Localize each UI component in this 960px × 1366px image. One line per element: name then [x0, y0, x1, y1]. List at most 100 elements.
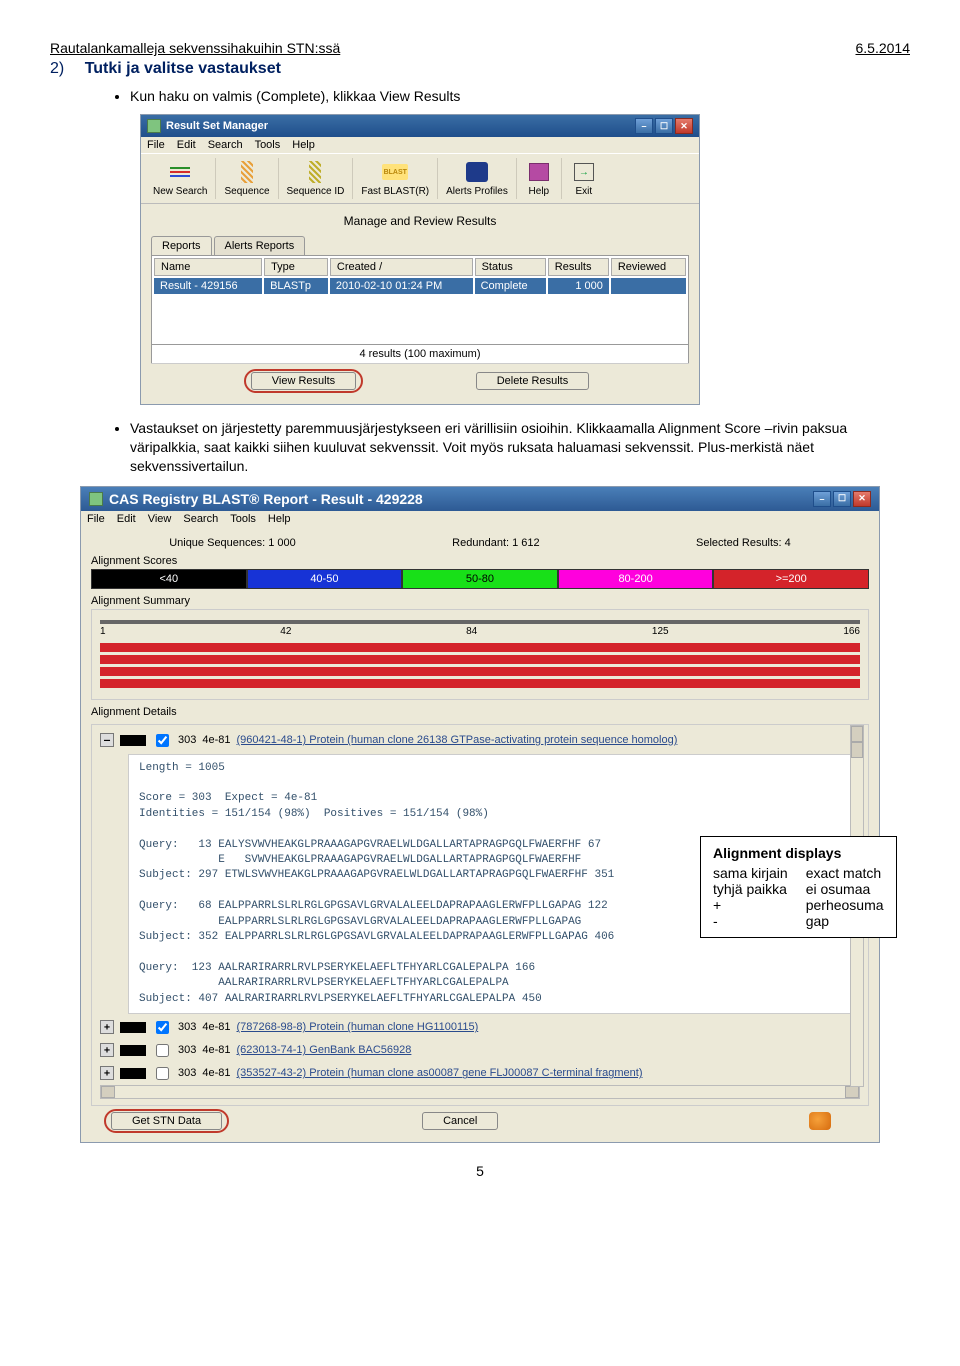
fast-blast-button[interactable]: BLAST Fast BLAST(R) — [353, 158, 438, 199]
blast-title: CAS Registry BLAST® Report - Result - 42… — [109, 491, 423, 507]
section-num: 2) — [50, 60, 64, 77]
summary-axis: 1 42 84 125 166 — [100, 626, 860, 637]
col-status[interactable]: Status — [475, 258, 546, 276]
table-row — [154, 312, 686, 326]
bullet-2-text: Vastaukset on järjestetty paremmuusjärje… — [130, 419, 910, 476]
minimize-icon[interactable]: – — [635, 118, 653, 134]
alignment-scores-label: Alignment Scores — [91, 555, 869, 567]
alignment-bar[interactable] — [100, 667, 860, 676]
blast-menubar: File Edit View Search Tools Help — [81, 511, 879, 527]
help-button[interactable]: Help — [517, 158, 562, 199]
menu-view[interactable]: View — [148, 513, 172, 525]
blast-report-window: CAS Registry BLAST® Report - Result - 42… — [80, 486, 880, 1143]
legend-val: ei osumaa — [806, 881, 884, 897]
expand-icon[interactable]: + — [100, 1043, 114, 1057]
alignment-summary: 1 42 84 125 166 — [91, 609, 869, 700]
menu-help[interactable]: Help — [292, 139, 315, 151]
cell-created: 2010-02-10 01:24 PM — [330, 278, 473, 294]
sequence-id-button[interactable]: Sequence ID — [279, 158, 354, 199]
cell-results: 1 000 — [548, 278, 609, 294]
col-created[interactable]: Created / — [330, 258, 473, 276]
close-icon[interactable]: ✕ — [675, 118, 693, 134]
score-seg-ge200[interactable]: >=200 — [713, 569, 869, 589]
stat-redundant: Redundant: 1 612 — [452, 537, 539, 549]
detail-checkbox[interactable] — [156, 1021, 169, 1034]
detail-link[interactable]: (353527-43-2) Protein (human clone as000… — [237, 1067, 643, 1079]
sequence-button[interactable]: Sequence — [216, 158, 278, 199]
menu-file[interactable]: File — [87, 513, 105, 525]
dna-id-icon — [309, 161, 321, 183]
expand-icon[interactable]: + — [100, 1066, 114, 1080]
score-seg-50-80[interactable]: 50-80 — [402, 569, 558, 589]
close-icon[interactable]: ✕ — [853, 491, 871, 507]
score-seg-lt40[interactable]: <40 — [91, 569, 247, 589]
result-set-manager-window: Result Set Manager – ☐ ✕ File Edit Searc… — [140, 114, 700, 405]
alerts-profiles-button[interactable]: Alerts Profiles — [438, 158, 517, 199]
axis-tick: 1 — [100, 626, 106, 637]
get-stn-data-button[interactable]: Get STN Data — [111, 1112, 222, 1130]
menu-edit[interactable]: Edit — [117, 513, 136, 525]
detail-link[interactable]: (787268-98-8) Protein (human clone HG110… — [237, 1021, 479, 1033]
stats-row: Unique Sequences: 1 000 Redundant: 1 612… — [91, 533, 869, 553]
detail-checkbox[interactable] — [156, 1044, 169, 1057]
score-seg-40-50[interactable]: 40-50 — [247, 569, 403, 589]
maximize-icon[interactable]: ☐ — [833, 491, 851, 507]
page-header: Rautalankamalleja sekvenssihakuihin STN:… — [50, 40, 910, 56]
detail-score: 303 — [178, 734, 196, 746]
menu-help[interactable]: Help — [268, 513, 291, 525]
cancel-button[interactable]: Cancel — [422, 1112, 498, 1130]
score-chip-icon — [120, 1022, 146, 1033]
collapse-icon[interactable]: – — [100, 733, 114, 747]
score-seg-80-200[interactable]: 80-200 — [558, 569, 714, 589]
alignment-bar[interactable] — [100, 643, 860, 652]
menu-tools[interactable]: Tools — [255, 139, 281, 151]
detail-link[interactable]: (623013-74-1) GenBank BAC56928 — [237, 1044, 412, 1056]
menu-search[interactable]: Search — [208, 139, 243, 151]
score-chip-icon — [120, 1068, 146, 1079]
detail-evalue: 4e-81 — [202, 1021, 230, 1033]
new-search-button[interactable]: New Search — [145, 158, 216, 199]
menu-edit[interactable]: Edit — [177, 139, 196, 151]
legend-val: gap — [806, 913, 884, 929]
alerts-profiles-label: Alerts Profiles — [446, 186, 508, 197]
alignment-bar[interactable] — [100, 655, 860, 664]
col-results[interactable]: Results — [548, 258, 609, 276]
legend-title: Alignment displays — [713, 845, 841, 861]
detail-checkbox[interactable] — [156, 734, 169, 747]
alignment-details-label: Alignment Details — [91, 706, 869, 718]
menu-search[interactable]: Search — [183, 513, 218, 525]
score-chip-icon — [120, 1045, 146, 1056]
tab-alerts-reports[interactable]: Alerts Reports — [214, 236, 306, 255]
table-row-selected[interactable]: Result - 429156 BLASTp 2010-02-10 01:24 … — [154, 278, 686, 294]
results-meta: 4 results (100 maximum) — [151, 345, 689, 363]
detail-checkbox[interactable] — [156, 1067, 169, 1080]
axis-tick: 84 — [466, 626, 477, 637]
maximize-icon[interactable]: ☐ — [655, 118, 673, 134]
sequence-label: Sequence — [224, 186, 269, 197]
detail-evalue: 4e-81 — [202, 734, 230, 746]
menu-file[interactable]: File — [147, 139, 165, 151]
sequence-id-label: Sequence ID — [287, 186, 345, 197]
firefox-icon[interactable] — [809, 1112, 831, 1130]
col-reviewed[interactable]: Reviewed — [611, 258, 686, 276]
minimize-icon[interactable]: – — [813, 491, 831, 507]
menu-tools[interactable]: Tools — [230, 513, 256, 525]
scrollbar-horizontal[interactable] — [100, 1085, 860, 1099]
detail-evalue: 4e-81 — [202, 1044, 230, 1056]
col-name[interactable]: Name — [154, 258, 262, 276]
stat-unique: Unique Sequences: 1 000 — [169, 537, 296, 549]
view-results-button[interactable]: View Results — [251, 372, 356, 390]
detail-link[interactable]: (960421-48-1) Protein (human clone 26138… — [237, 734, 678, 746]
alignment-legend: Alignment displays sama kirjainexact mat… — [700, 836, 897, 938]
exit-button[interactable]: → Exit — [562, 158, 606, 199]
header-left: Rautalankamalleja sekvenssihakuihin STN:… — [50, 40, 340, 56]
alignment-bar[interactable] — [100, 679, 860, 688]
tab-reports[interactable]: Reports — [151, 236, 212, 255]
col-type[interactable]: Type — [264, 258, 328, 276]
dna-icon — [241, 161, 253, 183]
book-icon — [529, 163, 549, 181]
expand-icon[interactable]: + — [100, 1020, 114, 1034]
rsm-title: Result Set Manager — [166, 120, 268, 132]
delete-results-button[interactable]: Delete Results — [476, 372, 590, 390]
legend-key: tyhjä paikka — [713, 881, 788, 897]
